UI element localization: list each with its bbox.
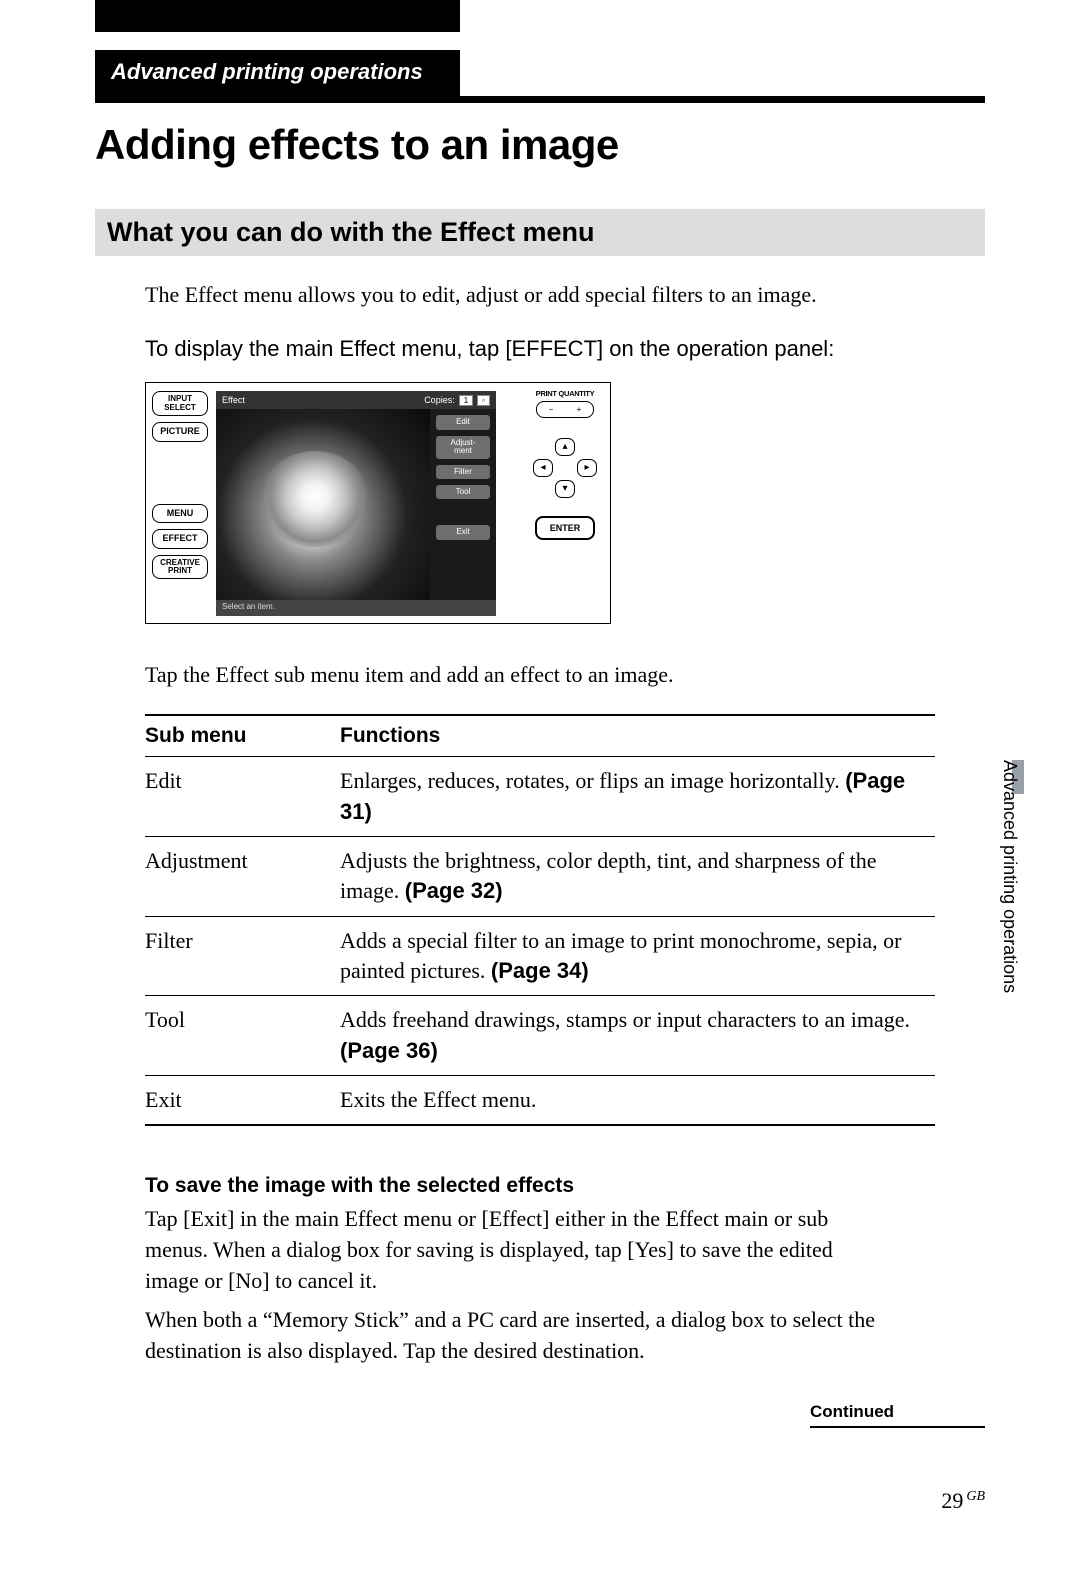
copies-icon: ▫: [477, 395, 490, 406]
exit-subbutton[interactable]: Exit: [436, 525, 490, 539]
table-row: Tool Adds freehand drawings, stamps or i…: [145, 996, 935, 1076]
section-header: Advanced printing operations: [95, 50, 460, 96]
screenshot-preview-area: Effect Copies: 1 ▫ Edit Adjust- ment Fil…: [216, 391, 496, 616]
screenshot-left-buttons: INPUT SELECT PICTURE MENU EFFECT CREATIV…: [152, 391, 208, 615]
print-quantity-label: PRINT QUANTITY: [526, 389, 604, 398]
picture-button[interactable]: PICTURE: [152, 422, 208, 441]
th-functions: Functions: [340, 715, 935, 757]
filter-subbutton[interactable]: Filter: [436, 465, 490, 479]
table-row: Filter Adds a special filter to an image…: [145, 916, 935, 996]
continued-label: Continued: [810, 1402, 985, 1428]
cell-name: Tool: [145, 996, 340, 1076]
effect-title-label: Effect: [222, 395, 245, 405]
cell-desc: Adds freehand drawings, stamps or input …: [340, 996, 935, 1076]
cell-name: Edit: [145, 757, 340, 837]
intro-text: The Effect menu allows you to edit, adju…: [145, 280, 985, 310]
copies-label: Copies:: [424, 395, 455, 405]
menu-button[interactable]: MENU: [152, 504, 208, 523]
save-para2: When both a “Memory Stick” and a PC card…: [145, 1305, 885, 1367]
effect-submenu-buttons: Edit Adjust- ment Filter Tool Exit: [436, 415, 490, 539]
rose-image: [260, 451, 370, 547]
adjust-subbutton[interactable]: Adjust- ment: [436, 436, 490, 459]
top-black-bar: [95, 0, 460, 32]
tool-subbutton[interactable]: Tool: [436, 485, 490, 499]
input-select-button[interactable]: INPUT SELECT: [152, 391, 208, 416]
table-row: Adjustment Adjusts the brightness, color…: [145, 836, 935, 916]
cell-desc: Adjusts the brightness, color depth, tin…: [340, 836, 935, 916]
after-screenshot-text: Tap the Effect sub menu item and add an …: [145, 660, 985, 690]
minus-icon[interactable]: −: [549, 405, 554, 414]
save-para1: Tap [Exit] in the main Effect menu or [E…: [145, 1204, 885, 1296]
cell-name: Exit: [145, 1076, 340, 1126]
arrow-right-icon[interactable]: ▸: [577, 459, 597, 477]
screenshot-status-bar: Select an item.: [216, 600, 496, 616]
save-heading: To save the image with the selected effe…: [145, 1174, 985, 1198]
effect-menu-screenshot: INPUT SELECT PICTURE MENU EFFECT CREATIV…: [145, 382, 611, 624]
cell-desc: Exits the Effect menu.: [340, 1076, 935, 1126]
side-tab-label: Advanced printing operations: [999, 760, 1020, 993]
enter-button[interactable]: ENTER: [535, 516, 595, 540]
table-row: Edit Enlarges, reduces, rotates, or flip…: [145, 757, 935, 837]
screenshot-right-controls: PRINT QUANTITY − + ▴ ◂ ▸ ▾ ENTER: [526, 389, 604, 615]
cell-desc: Adds a special filter to an image to pri…: [340, 916, 935, 996]
plus-icon[interactable]: +: [577, 405, 582, 414]
effect-button[interactable]: EFFECT: [152, 529, 208, 548]
creative-print-button[interactable]: CREATIVE PRINT: [152, 555, 208, 580]
page-title: Adding effects to an image: [95, 121, 985, 169]
submenu-table: Sub menu Functions Edit Enlarges, reduce…: [145, 714, 935, 1126]
arrow-up-icon[interactable]: ▴: [555, 438, 575, 456]
rule: [95, 96, 985, 103]
arrow-left-icon[interactable]: ◂: [533, 459, 553, 477]
copies-value: 1: [459, 395, 473, 406]
subheading: What you can do with the Effect menu: [95, 209, 985, 256]
screenshot-top-bar: Effect Copies: 1 ▫: [216, 391, 496, 409]
dpad[interactable]: ▴ ◂ ▸ ▾: [533, 438, 597, 498]
cell-name: Adjustment: [145, 836, 340, 916]
page-number: 29GB: [95, 1488, 985, 1514]
print-quantity-stepper[interactable]: − +: [536, 401, 594, 418]
th-submenu: Sub menu: [145, 715, 340, 757]
preview-image: [216, 409, 430, 600]
table-row: Exit Exits the Effect menu.: [145, 1076, 935, 1126]
display-instructions: To display the main Effect menu, tap [EF…: [145, 334, 845, 365]
arrow-down-icon[interactable]: ▾: [555, 480, 575, 498]
cell-desc: Enlarges, reduces, rotates, or flips an …: [340, 757, 935, 837]
edit-subbutton[interactable]: Edit: [436, 415, 490, 429]
cell-name: Filter: [145, 916, 340, 996]
